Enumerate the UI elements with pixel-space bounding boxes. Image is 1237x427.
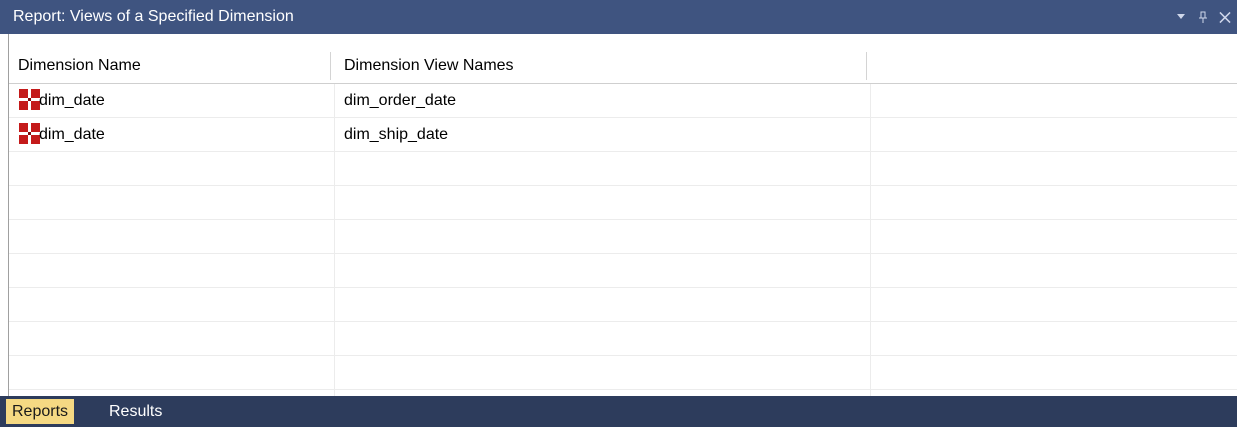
empty-row	[9, 254, 1237, 288]
empty-row	[9, 322, 1237, 356]
window-title: Report: Views of a Specified Dimension	[13, 8, 294, 25]
column-header-empty[interactable]	[867, 48, 1237, 83]
dimension-name-cell: dim_date	[39, 126, 105, 143]
empty-row	[9, 288, 1237, 322]
dimension-name-cell: dim_date	[39, 92, 105, 109]
table-row[interactable]: dim_date dim_order_date	[9, 84, 1237, 118]
table-row[interactable]: dim_date dim_ship_date	[9, 118, 1237, 152]
report-grid: Dimension Name Dimension View Names dim_…	[8, 34, 1237, 396]
dimension-view-name-cell: dim_order_date	[344, 92, 457, 109]
dropdown-arrow-icon[interactable]	[1175, 7, 1187, 27]
bottom-tab-bar: Reports Results	[0, 396, 1237, 427]
tab-results[interactable]: Results	[103, 399, 168, 424]
empty-row	[9, 186, 1237, 220]
column-divider[interactable]	[330, 52, 331, 80]
empty-row	[9, 220, 1237, 254]
dimension-view-name-cell: dim_ship_date	[344, 126, 449, 143]
grid-header: Dimension Name Dimension View Names	[9, 48, 1237, 84]
column-header-dimension-view-names[interactable]: Dimension View Names	[335, 48, 865, 83]
empty-row	[9, 356, 1237, 390]
close-icon[interactable]	[1219, 7, 1231, 27]
window-controls	[1175, 6, 1231, 28]
tab-reports[interactable]: Reports	[6, 399, 75, 424]
empty-row	[9, 152, 1237, 186]
pin-icon[interactable]	[1197, 7, 1209, 27]
report-window-titlebar[interactable]: Report: Views of a Specified Dimension	[0, 0, 1237, 34]
column-header-dimension-name[interactable]: Dimension Name	[9, 48, 334, 83]
grid-rows: dim_date dim_order_date dim_date dim_shi…	[9, 84, 1237, 390]
